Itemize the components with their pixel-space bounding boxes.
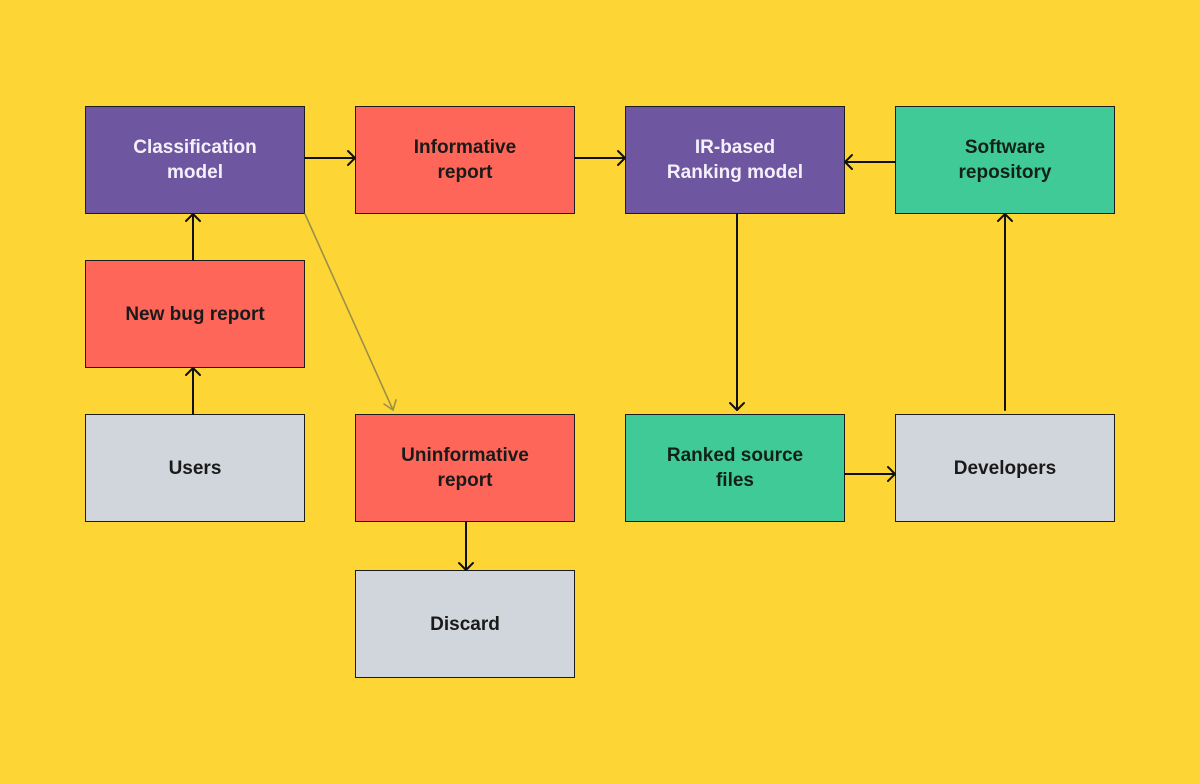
node-discard: Discard: [355, 570, 575, 678]
edge-classification-model-to-informative-report: [304, 150, 356, 166]
edge-ranked-source-files-to-developers: [844, 466, 896, 482]
edge-developers-to-software-repository: [997, 213, 1013, 411]
node-ir-ranking-model: IR-based Ranking model: [625, 106, 845, 214]
edge-uninformative-report-to-discard: [458, 521, 474, 571]
node-uninformative-report: Uninformative report: [355, 414, 575, 522]
node-ranked-source-files: Ranked source files: [625, 414, 845, 522]
node-users: Users: [85, 414, 305, 522]
node-software-repository: Software repository: [895, 106, 1115, 214]
edge-classification-model-to-uninformative-report: [304, 213, 397, 411]
node-new-bug-report: New bug report: [85, 260, 305, 368]
node-developers: Developers: [895, 414, 1115, 522]
edge-new-bug-report-to-classification-model: [185, 213, 201, 261]
node-informative-report: Informative report: [355, 106, 575, 214]
edge-informative-report-to-ir-ranking-model: [574, 150, 626, 166]
edge-users-to-new-bug-report: [185, 367, 201, 415]
edge-software-repository-to-ir-ranking-model: [844, 154, 896, 170]
node-classification-model: Classification model: [85, 106, 305, 214]
edge-ir-ranking-model-to-ranked-source-files: [729, 213, 745, 411]
